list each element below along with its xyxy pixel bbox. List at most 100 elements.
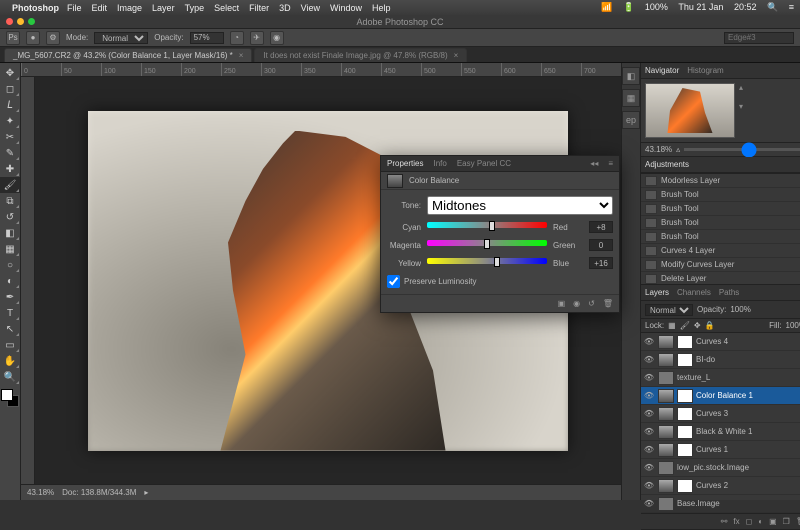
shape-tool[interactable]: ▭: [0, 337, 20, 353]
layer-row[interactable]: 👁 Color Balance 1: [641, 387, 800, 405]
path-tool[interactable]: ↖: [0, 321, 20, 337]
visibility-icon[interactable]: 👁: [643, 499, 655, 508]
view-previous-icon[interactable]: ◉: [573, 299, 580, 308]
adj-layer-icon[interactable]: ◐: [758, 517, 763, 526]
layer-name[interactable]: texture_L: [677, 373, 800, 382]
visibility-icon[interactable]: 👁: [643, 463, 655, 472]
layer-row[interactable]: 👁Base.Image: [641, 495, 800, 513]
pen-tool[interactable]: ✒: [0, 289, 20, 305]
layer-name[interactable]: Curves 2: [696, 481, 800, 490]
history-item[interactable]: Brush Tool: [641, 202, 800, 216]
reset-icon[interactable]: ↺: [588, 299, 595, 308]
layer-row[interactable]: 👁Black & White 1: [641, 423, 800, 441]
tab-easy-panel[interactable]: Easy Panel CC: [457, 159, 511, 168]
layer-mask[interactable]: [677, 425, 693, 439]
zoom-window[interactable]: [28, 18, 35, 25]
ps-logo-icon[interactable]: Ps: [6, 31, 20, 45]
history-item[interactable]: Brush Tool: [641, 230, 800, 244]
layer-name[interactable]: BI-do: [696, 355, 800, 364]
layer-name[interactable]: Curves 1: [696, 445, 800, 454]
notif-icon[interactable]: ≡: [789, 2, 794, 12]
chevron-down-icon[interactable]: ▾: [739, 102, 743, 111]
menu-view[interactable]: View: [301, 3, 320, 13]
lock-position-icon[interactable]: ✥: [694, 321, 701, 330]
ruler-vertical[interactable]: [21, 77, 35, 484]
battery-icon[interactable]: 🔋: [623, 2, 634, 12]
lock-pixels-icon[interactable]: 🖌: [680, 321, 690, 330]
sidetab-color[interactable]: ◧: [622, 67, 640, 85]
history-item[interactable]: Curves 4 Layer: [641, 244, 800, 258]
eraser-tool[interactable]: ◧: [0, 225, 20, 241]
color-balance-slider[interactable]: [427, 258, 547, 268]
blend-mode-select[interactable]: Normal: [94, 32, 148, 44]
visibility-icon[interactable]: 👁: [643, 391, 655, 400]
layer-fx-icon[interactable]: fx: [733, 517, 739, 526]
visibility-icon[interactable]: 👁: [643, 373, 655, 382]
slider-value[interactable]: +16: [589, 257, 613, 269]
layer-name[interactable]: Black & White 1: [696, 427, 800, 436]
new-layer-icon[interactable]: ❐: [783, 517, 790, 526]
layer-row[interactable]: 👁Curves 3: [641, 405, 800, 423]
menu-layer[interactable]: Layer: [152, 3, 175, 13]
brush-settings-icon[interactable]: ⚙: [46, 31, 60, 45]
move-tool[interactable]: ✥: [0, 65, 20, 81]
crop-tool[interactable]: ✂: [0, 129, 20, 145]
stamp-tool[interactable]: ⧉: [0, 193, 20, 209]
airbrush-icon[interactable]: ✈: [250, 31, 264, 45]
layer-row[interactable]: 👁 low_pic.stock.Image: [641, 459, 800, 477]
doc-size[interactable]: Doc: 138.8M/344.3M: [62, 488, 136, 497]
preserve-luminosity-checkbox[interactable]: [387, 275, 400, 288]
layer-mask[interactable]: [677, 335, 693, 349]
close-icon[interactable]: ×: [454, 51, 459, 60]
color-swatch[interactable]: [1, 389, 19, 407]
layer-name[interactable]: Color Balance 1: [696, 391, 800, 400]
clock-time[interactable]: 20:52: [734, 2, 757, 12]
layer-row[interactable]: 👁Curves 1: [641, 441, 800, 459]
hand-tool[interactable]: ✋: [0, 353, 20, 369]
zoom-readout[interactable]: 43.18%: [27, 488, 54, 497]
workspace-search[interactable]: [724, 32, 794, 44]
tab-properties[interactable]: Properties: [387, 159, 423, 168]
lock-all-icon[interactable]: 🔒: [705, 321, 715, 330]
close-icon[interactable]: ×: [239, 51, 244, 60]
trash-icon[interactable]: 🗑: [796, 517, 800, 526]
layer-mask-icon[interactable]: ◻: [746, 517, 753, 526]
layer-name[interactable]: low_pic.stock.Image: [677, 463, 800, 472]
sidetab-ep[interactable]: ep: [622, 111, 640, 129]
type-tool[interactable]: T: [0, 305, 20, 321]
menu-file[interactable]: File: [67, 3, 82, 13]
layer-thumbnail[interactable]: [658, 389, 674, 403]
menu-type[interactable]: Type: [185, 3, 205, 13]
visibility-icon[interactable]: 👁: [643, 355, 655, 364]
lock-transparent-icon[interactable]: ▦: [668, 321, 676, 330]
menu-edit[interactable]: Edit: [92, 3, 108, 13]
tab-channels[interactable]: Channels: [677, 288, 711, 297]
pressure-opacity-icon[interactable]: ◔: [230, 31, 244, 45]
fill-value[interactable]: 100%: [786, 321, 800, 330]
layer-thumbnail[interactable]: [658, 335, 674, 349]
app-name[interactable]: Photoshop: [12, 3, 59, 13]
navigator-thumbnail[interactable]: [645, 83, 735, 138]
tab-adjustments[interactable]: Adjustments: [645, 160, 689, 169]
tab-histogram[interactable]: Histogram: [687, 66, 723, 75]
layer-row[interactable]: 👁 BI-do: [641, 351, 800, 369]
visibility-icon[interactable]: 👁: [643, 409, 655, 418]
tab-paths[interactable]: Paths: [719, 288, 739, 297]
history-item[interactable]: Delete Layer: [641, 272, 800, 284]
slider-value[interactable]: +8: [589, 221, 613, 233]
pressure-size-icon[interactable]: ◉: [270, 31, 284, 45]
layer-row[interactable]: 👁 texture_L: [641, 369, 800, 387]
history-item[interactable]: Brush Tool: [641, 188, 800, 202]
spotlight-icon[interactable]: 🔍: [767, 2, 778, 12]
zoom-out-icon[interactable]: ▵: [676, 145, 680, 154]
menu-3d[interactable]: 3D: [279, 3, 291, 13]
lasso-tool[interactable]: 𝘓: [0, 97, 20, 113]
history-brush-tool[interactable]: ↺: [0, 209, 20, 225]
opacity-input[interactable]: [190, 32, 224, 44]
clip-to-layer-icon[interactable]: ▣: [558, 299, 566, 308]
color-balance-slider[interactable]: [427, 240, 547, 250]
nav-zoom-slider[interactable]: [684, 148, 800, 151]
layer-mask[interactable]: [677, 353, 693, 367]
history-item[interactable]: Modify Curves Layer: [641, 258, 800, 272]
layer-mask[interactable]: [677, 479, 693, 493]
